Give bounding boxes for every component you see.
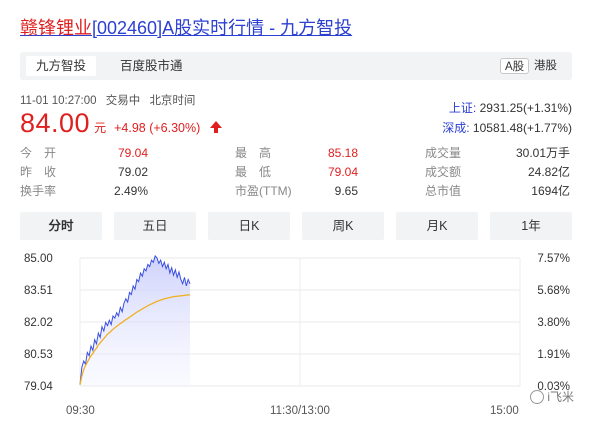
tab-weekly-k[interactable]: 周K bbox=[302, 212, 384, 240]
status-datetime: 11-01 10:27:00 bbox=[20, 95, 97, 107]
stock-code[interactable]: [002460] bbox=[92, 18, 162, 38]
index-row[interactable]: 深成: 10581.48(+1.77%) bbox=[442, 118, 572, 138]
market-indices: 上证: 2931.25(+1.31%) 深成: 10581.48(+1.77%) bbox=[442, 98, 572, 138]
x-tick-label: 09:30 bbox=[66, 405, 95, 417]
y-tick-label: 85.00 bbox=[24, 253, 53, 265]
source-tabs: 九方智投 百度股市通 A股 港股 bbox=[20, 52, 572, 80]
title-suffix[interactable]: A股实时行情 - 九方智投 bbox=[162, 18, 352, 38]
stat-label: 今 开 bbox=[20, 146, 57, 160]
stat-value: 79.02 bbox=[117, 165, 148, 179]
tab-monthly-k[interactable]: 月K bbox=[396, 212, 478, 240]
index-value: 10581.48(+1.77%) bbox=[472, 121, 572, 135]
stat-value: 79.04 bbox=[327, 165, 358, 179]
price-row: 84.00 元 +4.98 (+6.30%) bbox=[20, 108, 223, 139]
index-name[interactable]: 上证: bbox=[449, 101, 476, 115]
stats-table: 今 开 79.04 最 高 85.18 成交量 30.01万手 昨 收 79.0… bbox=[20, 144, 572, 201]
y-tick-label: 79.04 bbox=[24, 381, 53, 393]
status-line: 11-01 10:27:00 交易中 北京时间 bbox=[20, 92, 201, 108]
stats-row: 昨 收 79.02 最 低 79.04 成交额 24.82亿 bbox=[20, 163, 572, 182]
current-price: 84.00 bbox=[20, 108, 91, 138]
stat-label: 最 低 bbox=[235, 165, 272, 179]
tab-daily-k[interactable]: 日K bbox=[208, 212, 290, 240]
stats-row: 今 开 79.04 最 高 85.18 成交量 30.01万手 bbox=[20, 144, 572, 163]
x-tick-label: 15:00 bbox=[490, 405, 519, 417]
tab-jiufang[interactable]: 九方智投 bbox=[26, 56, 97, 76]
intraday-chart-svg: 85.00 7.57% 83.51 5.68% 82.02 3.80% 80.53 1.91%… bbox=[24, 253, 570, 417]
stat-label: 总市值 bbox=[425, 184, 462, 198]
stock-name[interactable]: 赣锋锂业 bbox=[20, 18, 92, 38]
stat-value: 1694亿 bbox=[531, 184, 570, 198]
index-value: 2931.25(+1.31%) bbox=[479, 101, 572, 115]
watermark-text: i飞米 bbox=[547, 390, 574, 404]
stats-row: 换手率 2.49% 市盈(TTM) 9.65 总市值 1694亿 bbox=[20, 182, 572, 201]
price-change: +4.98 (+6.30%) bbox=[114, 121, 201, 135]
y-tick-pct-label: 1.91% bbox=[537, 349, 570, 361]
y-tick-pct-label: 7.57% bbox=[537, 253, 570, 265]
y-tick-pct-label: 5.68% bbox=[537, 285, 570, 297]
stat-label: 市盈(TTM) bbox=[235, 184, 292, 198]
stat-label: 换手率 bbox=[20, 184, 57, 198]
stat-label: 最 高 bbox=[235, 146, 272, 160]
watermark: i飞米 bbox=[530, 388, 574, 405]
stat-value: 2.49% bbox=[113, 184, 148, 198]
intraday-chart[interactable]: 85.00 7.57% 83.51 5.68% 82.02 3.80% 80.53 1.91%… bbox=[0, 248, 600, 424]
tab-one-year[interactable]: 1年 bbox=[490, 212, 572, 240]
y-tick-label: 80.53 bbox=[24, 349, 53, 361]
stat-value: 85.18 bbox=[327, 146, 358, 160]
y-tick-pct-label: 3.80% bbox=[537, 317, 570, 329]
tab-baidu[interactable]: 百度股市通 bbox=[110, 56, 193, 76]
stat-value: 24.82亿 bbox=[527, 165, 570, 179]
tab-hk[interactable]: 港股 bbox=[524, 56, 567, 76]
status-state: 交易中 bbox=[105, 95, 141, 107]
index-name[interactable]: 深成: bbox=[442, 121, 469, 135]
stat-label: 昨 收 bbox=[20, 165, 57, 179]
stat-value: 30.01万手 bbox=[515, 146, 570, 160]
status-timezone: 北京时间 bbox=[149, 95, 196, 107]
price-unit: 元 bbox=[94, 121, 107, 135]
period-tabs: 分时 五日 日K 周K 月K 1年 bbox=[20, 212, 572, 242]
x-tick-label: 11:30/13:00 bbox=[270, 405, 330, 417]
index-row[interactable]: 上证: 2931.25(+1.31%) bbox=[442, 98, 572, 118]
stat-label: 成交量 bbox=[425, 146, 462, 160]
y-tick-label: 82.02 bbox=[24, 317, 53, 329]
y-tick-label: 83.51 bbox=[24, 285, 53, 297]
wechat-icon bbox=[530, 390, 545, 404]
stat-value: 9.65 bbox=[334, 184, 358, 198]
tab-intraday[interactable]: 分时 bbox=[20, 212, 102, 240]
stat-value: 79.04 bbox=[117, 146, 148, 160]
page-title[interactable]: 赣锋锂业[002460]A股实时行情 - 九方智投 bbox=[20, 14, 352, 40]
tab-five-day[interactable]: 五日 bbox=[114, 212, 196, 240]
up-arrow-icon bbox=[209, 121, 222, 133]
stat-label: 成交额 bbox=[425, 165, 462, 179]
